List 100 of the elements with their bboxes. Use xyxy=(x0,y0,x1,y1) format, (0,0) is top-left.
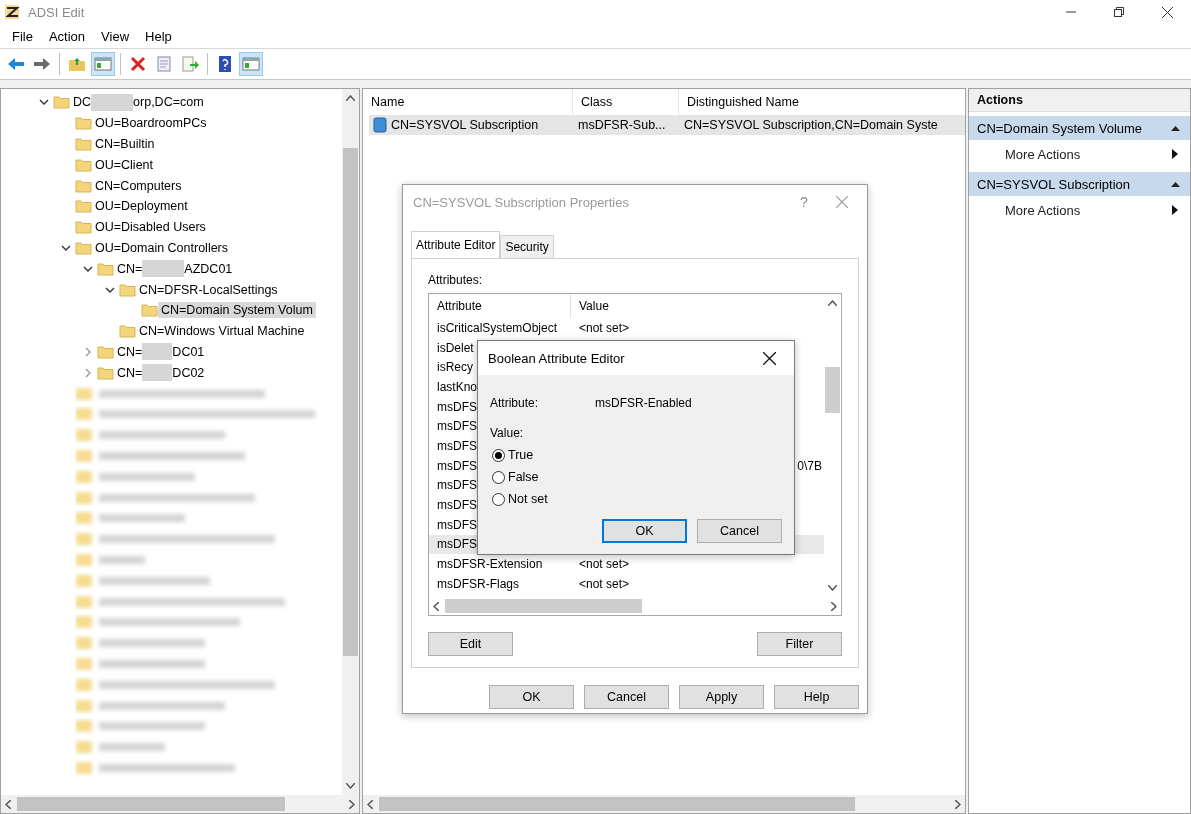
radio-label[interactable]: False xyxy=(508,470,539,484)
chevron-right-icon[interactable] xyxy=(83,367,93,378)
close-icon xyxy=(836,196,848,208)
tree-item-label[interactable]: CN=DFSR-LocalSettings xyxy=(136,281,281,298)
filter-button[interactable]: Filter xyxy=(757,632,842,656)
tab[interactable]: Security xyxy=(500,235,554,258)
tree-item-label[interactable]: orp,DC=com xyxy=(133,95,204,110)
scroll-left-icon[interactable] xyxy=(433,601,439,611)
column-header[interactable]: Attribute xyxy=(429,294,571,318)
ok-button[interactable]: OK xyxy=(602,519,687,543)
action-group-header[interactable]: CN=Domain System Volume xyxy=(969,116,1190,140)
forward-arrow-icon xyxy=(33,55,51,73)
tree-item-label[interactable]: DC02 xyxy=(172,365,205,380)
tree-item-label[interactable]: CN=Builtin xyxy=(92,136,158,152)
scroll-left-icon[interactable] xyxy=(5,799,11,809)
menu-item[interactable]: View xyxy=(93,28,138,44)
folder-icon xyxy=(97,344,114,359)
vertical-scrollbar[interactable] xyxy=(342,89,359,795)
value-label: Value: xyxy=(490,426,525,440)
action-item[interactable]: More Actions xyxy=(969,140,1190,168)
cancel-button[interactable]: Cancel xyxy=(697,519,782,543)
console-tree-icon xyxy=(94,55,112,73)
scroll-down-icon[interactable] xyxy=(828,585,837,591)
submenu-arrow-icon xyxy=(1172,205,1178,215)
attribute-name: msDFSR-Enabled xyxy=(595,396,692,410)
table-cell-text: msDFS xyxy=(436,537,477,552)
redaction-mark xyxy=(142,364,173,382)
list-row[interactable]: CN=SYSVOL Subscription msDFSR-Sub... CN=SYSVOL Subscription,CN=Domain Syste xyxy=(369,115,965,135)
edit-button[interactable]: Edit xyxy=(428,632,513,656)
dialog-button[interactable]: Help xyxy=(774,685,859,709)
menu-item[interactable]: File xyxy=(4,28,41,44)
folder-icon xyxy=(119,282,136,297)
tree-item-label[interactable]: OU=Domain Controllers xyxy=(92,239,232,256)
folder-icon xyxy=(75,220,92,235)
redaction-mark xyxy=(142,343,173,361)
table-cell: msDFSR-Sub... xyxy=(578,118,666,132)
dialog-button[interactable]: Apply xyxy=(679,685,764,709)
table-cell-text: msDFS xyxy=(436,458,477,473)
radio-button[interactable] xyxy=(492,492,505,506)
delete-icon xyxy=(129,55,147,73)
tree-item-label[interactable]: DC xyxy=(73,95,92,110)
action-group-header[interactable]: CN=SYSVOL Subscription xyxy=(969,172,1190,196)
table-cell-text: <not set> xyxy=(578,320,630,335)
folder-icon xyxy=(75,116,92,131)
radio-label[interactable]: True xyxy=(508,448,534,462)
folder-icon xyxy=(75,199,92,214)
table-cell: CN=SYSVOL Subscription xyxy=(391,118,539,132)
attribute-row[interactable]: isCriticalSystemObject <not set> xyxy=(429,318,824,338)
scroll-right-icon[interactable] xyxy=(831,601,837,611)
object-icon xyxy=(373,117,387,133)
tree-item-label[interactable]: CN=Computers xyxy=(92,177,185,194)
tree-item-label[interactable]: DC01 xyxy=(172,344,205,359)
table-cell-text: <not set> xyxy=(578,557,630,572)
tree-item-label[interactable]: OU=Disabled Users xyxy=(92,219,209,236)
attributes-label: Attributes: xyxy=(428,273,484,287)
folder-icon xyxy=(75,137,92,151)
folder-icon xyxy=(119,324,136,339)
scrollbar-thumb[interactable] xyxy=(379,797,855,811)
scrollbar-thumb[interactable] xyxy=(343,148,358,657)
tree-item-label[interactable]: OU=Deployment xyxy=(92,198,191,215)
tree-item-label[interactable]: CN=Domain System Volum xyxy=(158,302,316,319)
attribute-row[interactable]: msDFSR-Extension <not set> xyxy=(429,554,824,574)
folder-up-icon xyxy=(68,55,86,73)
close-icon xyxy=(1161,6,1173,18)
scroll-down-icon[interactable] xyxy=(346,783,355,789)
dialog-button[interactable]: OK xyxy=(489,685,574,709)
table-cell-text: msDFSR-Extension xyxy=(436,557,543,572)
chevron-right-icon[interactable] xyxy=(83,346,93,357)
scrollbar-thumb[interactable] xyxy=(17,797,286,811)
tab[interactable]: Attribute Editor xyxy=(411,231,501,258)
dialog-title: Boolean Attribute Editor xyxy=(488,350,626,366)
tree-item-label[interactable]: CN= xyxy=(117,261,143,276)
menu-item[interactable]: Action xyxy=(40,28,94,44)
scroll-right-icon[interactable] xyxy=(955,799,961,809)
tree-item-label[interactable]: AZDC01 xyxy=(184,261,233,276)
column-header[interactable]: Value xyxy=(571,294,821,318)
radio-button[interactable] xyxy=(492,470,505,484)
tree-item-label[interactable]: CN= xyxy=(117,344,143,359)
help-button[interactable]: ? xyxy=(789,194,819,210)
action-item[interactable]: More Actions xyxy=(969,196,1190,224)
dialog-button[interactable]: Cancel xyxy=(584,685,669,709)
radio-button[interactable] xyxy=(492,448,505,462)
tree-item-label[interactable]: CN=Windows Virtual Machine xyxy=(136,323,308,340)
scrollbar-thumb[interactable] xyxy=(445,599,643,613)
attribute-label: Attribute: xyxy=(490,396,540,410)
folder-icon xyxy=(141,303,158,318)
attribute-row[interactable]: msDFSR-Flags <not set> xyxy=(429,573,824,594)
tree-item-label[interactable]: CN= xyxy=(117,365,143,380)
export-list-icon xyxy=(181,55,199,73)
tree-item-label[interactable]: OU=Client xyxy=(92,156,156,173)
menu-item[interactable]: Help xyxy=(137,28,180,44)
scroll-left-icon[interactable] xyxy=(367,799,373,809)
scrollbar-thumb[interactable] xyxy=(825,367,840,414)
tree-item-label[interactable]: OU=BoardroomPCs xyxy=(92,115,210,132)
scroll-up-icon[interactable] xyxy=(346,95,355,101)
horizontal-scrollbar[interactable] xyxy=(363,795,965,813)
horizontal-scrollbar[interactable] xyxy=(1,795,359,813)
scroll-up-icon[interactable] xyxy=(828,300,837,306)
scroll-right-icon[interactable] xyxy=(349,799,355,809)
radio-label[interactable]: Not set xyxy=(508,492,548,506)
